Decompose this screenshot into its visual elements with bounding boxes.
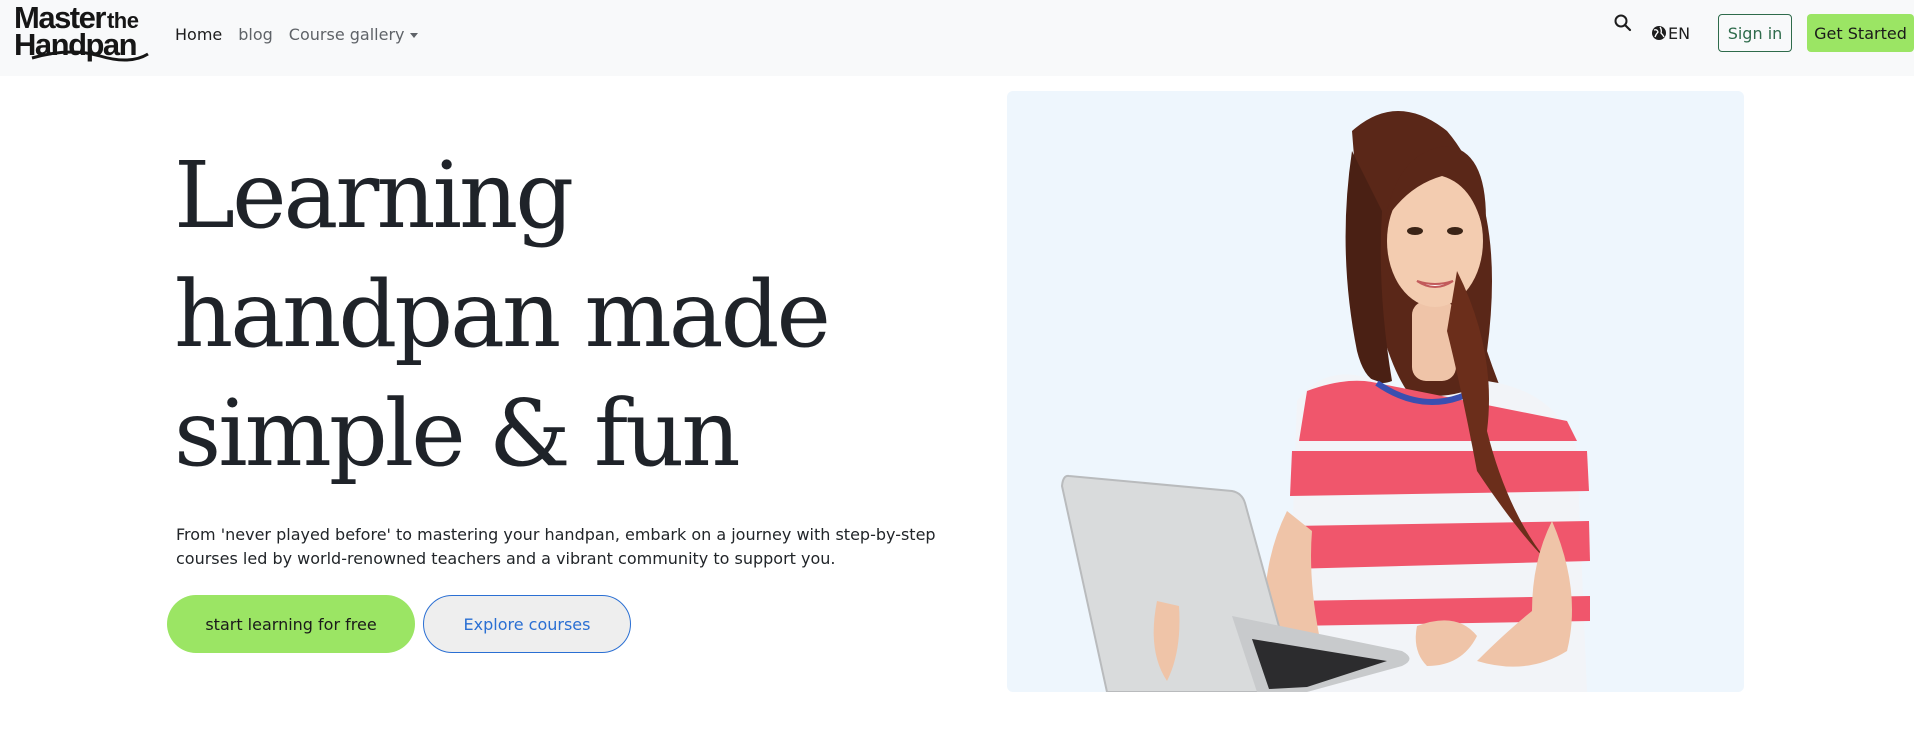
hero-title-line: handpan made: [174, 261, 831, 368]
search-icon: [1614, 14, 1632, 32]
hero-subtitle: From 'never played before' to mastering …: [176, 525, 936, 568]
search-button[interactable]: [1612, 12, 1634, 34]
hero-title: Learning handpan made simple & fun: [174, 136, 934, 493]
nav-link-blog[interactable]: blog: [238, 25, 273, 44]
globe-icon: [1652, 26, 1666, 40]
language-switcher[interactable]: EN: [1651, 21, 1690, 45]
start-learning-button[interactable]: start learning for free: [167, 595, 415, 653]
hero-title-line: simple & fun: [174, 380, 741, 487]
navbar: Masterthe Handpan Home blog Course galle…: [0, 0, 1914, 76]
nav-link-home[interactable]: Home: [175, 25, 222, 44]
nav-links: Home blog Course gallery: [175, 20, 419, 48]
woman-with-laptop-image: [1060, 111, 1590, 692]
caret-down-icon: [410, 32, 419, 38]
sign-in-button[interactable]: Sign in: [1718, 14, 1792, 52]
brand-logo[interactable]: Masterthe Handpan: [14, 2, 154, 66]
get-started-button[interactable]: Get Started: [1807, 14, 1914, 52]
hero-title-line: Learning: [174, 142, 574, 249]
course-gallery-label: Course gallery: [288, 24, 405, 44]
nav-link-course-gallery[interactable]: Course gallery: [289, 25, 419, 44]
explore-courses-button[interactable]: Explore courses: [423, 595, 631, 653]
logo-swoosh-icon: [31, 50, 149, 62]
language-label: EN: [1668, 23, 1691, 43]
hero-image: [1007, 91, 1744, 692]
